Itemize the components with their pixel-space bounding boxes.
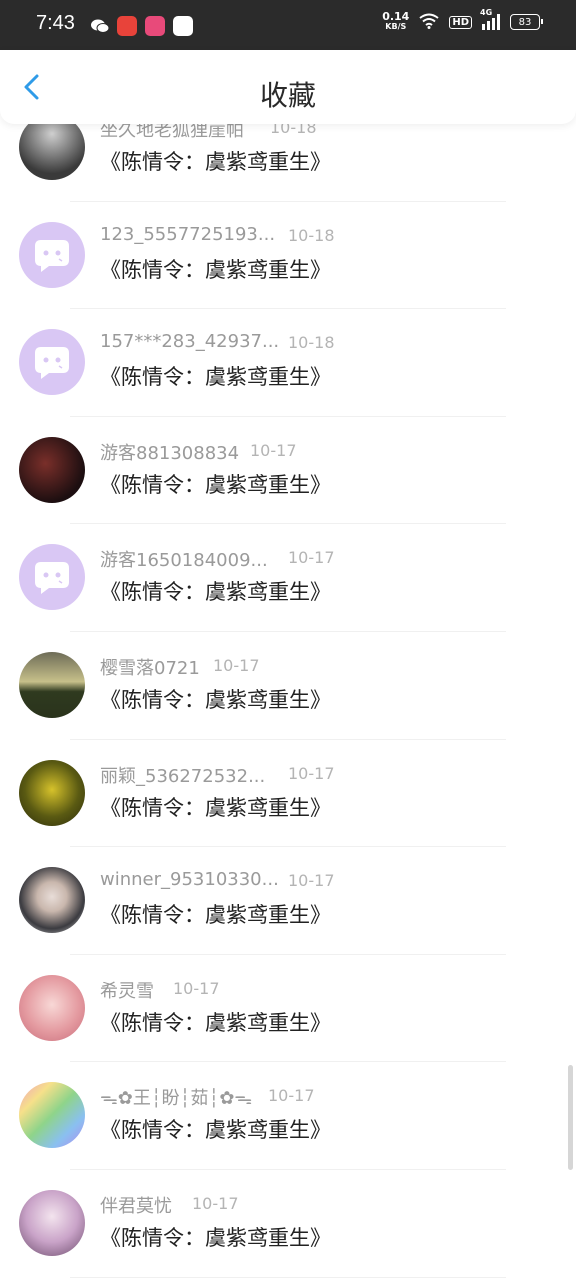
list-item[interactable]: 123_5557725193... 10-18 《陈情令：虞紫鸢重生》 bbox=[0, 202, 576, 310]
item-content[interactable]: 《陈情令：虞紫鸢重生》 bbox=[100, 254, 331, 284]
item-date: 10-18 bbox=[270, 124, 317, 137]
item-content[interactable]: 《陈情令：虞紫鸢重生》 bbox=[100, 576, 331, 606]
signal-icon: 4G bbox=[480, 8, 500, 30]
app-icon bbox=[145, 16, 165, 36]
username[interactable]: winner_95310330... bbox=[100, 869, 279, 890]
hd-badge: HD bbox=[449, 15, 472, 29]
list-item[interactable]: 游客1650184009... 10-17 《陈情令：虞紫鸢重生》 bbox=[0, 524, 576, 632]
item-date: 10-17 bbox=[288, 548, 335, 568]
avatar[interactable] bbox=[19, 867, 85, 934]
item-date: 10-17 bbox=[250, 440, 297, 460]
list-item[interactable]: 游客881308834 10-17 《陈情令：虞紫鸢重生》 bbox=[0, 417, 576, 525]
username[interactable]: 游客1650184009... bbox=[100, 546, 268, 572]
username[interactable]: 伴君莫忧 bbox=[100, 1192, 172, 1218]
scrollbar[interactable] bbox=[568, 1065, 573, 1170]
item-date: 10-18 bbox=[288, 333, 335, 353]
username[interactable]: 丽颖_536272532... bbox=[100, 762, 265, 788]
avatar[interactable] bbox=[19, 544, 85, 611]
list-item[interactable]: winner_95310330... 10-17 《陈情令：虞紫鸢重生》 bbox=[0, 847, 576, 955]
username[interactable]: 游客881308834 bbox=[100, 439, 239, 465]
nav-header: 收藏 bbox=[0, 50, 576, 124]
divider bbox=[70, 1276, 506, 1278]
avatar[interactable] bbox=[19, 651, 85, 718]
item-content[interactable]: 《陈情令：虞紫鸢重生》 bbox=[100, 1222, 331, 1252]
wifi-icon bbox=[419, 13, 439, 32]
network-speed: 0.14 KB/S bbox=[382, 10, 410, 31]
avatar[interactable] bbox=[19, 1082, 85, 1149]
avatar[interactable] bbox=[19, 436, 85, 503]
avatar[interactable] bbox=[19, 124, 85, 180]
username[interactable]: 希灵雪 bbox=[100, 977, 154, 1003]
list-item[interactable]: 希灵雪 10-17 《陈情令：虞紫鸢重生》 bbox=[0, 955, 576, 1063]
favorites-list[interactable]: 坐久地老狐狸崖帕 10-18 《陈情令：虞紫鸢重生》 123_5557725193..… bbox=[0, 124, 576, 1280]
toutiao-icon bbox=[117, 16, 137, 36]
item-content[interactable]: 《陈情令：虞紫鸢重生》 bbox=[100, 1114, 331, 1144]
item-date: 10-17 bbox=[173, 978, 220, 998]
username[interactable]: 樱雪落0721 bbox=[100, 654, 200, 680]
clock: 7:43 bbox=[36, 12, 75, 34]
item-date: 10-17 bbox=[268, 1086, 315, 1106]
item-date: 10-17 bbox=[213, 655, 260, 675]
item-content[interactable]: 《陈情令：虞紫鸢重生》 bbox=[100, 146, 331, 176]
battery-icon: 83 bbox=[510, 14, 543, 30]
video-app-icon bbox=[173, 16, 193, 36]
avatar[interactable] bbox=[19, 329, 85, 396]
item-content[interactable]: 《陈情令：虞紫鸢重生》 bbox=[100, 684, 331, 714]
item-content[interactable]: 《陈情令：虞紫鸢重生》 bbox=[100, 1007, 331, 1037]
list-item[interactable]: 伴君莫忧 10-17 《陈情令：虞紫鸢重生》 bbox=[0, 1170, 576, 1278]
item-date: 10-17 bbox=[288, 871, 335, 891]
item-date: 10-17 bbox=[192, 1193, 239, 1213]
item-content[interactable]: 《陈情令：虞紫鸢重生》 bbox=[100, 469, 331, 499]
item-content[interactable]: 《陈情令：虞紫鸢重生》 bbox=[100, 899, 331, 929]
avatar[interactable] bbox=[19, 221, 85, 288]
item-content[interactable]: 《陈情令：虞紫鸢重生》 bbox=[100, 792, 331, 822]
username[interactable]: 坐久地老狐狸崖帕 bbox=[100, 124, 244, 142]
avatar[interactable] bbox=[19, 974, 85, 1041]
username[interactable]: 157***283_42937... bbox=[100, 331, 279, 352]
list-item[interactable]: 丽颖_536272532... 10-17 《陈情令：虞紫鸢重生》 bbox=[0, 740, 576, 848]
list-item[interactable]: ᯓ✿王┆盼┆茹┆✿ᯓ 10-17 《陈情令：虞紫鸢重生》 bbox=[0, 1062, 576, 1170]
status-bar: 7:43 0.14 KB/S HD 4G 83 bbox=[0, 0, 576, 50]
list-item[interactable]: 樱雪落0721 10-17 《陈情令：虞紫鸢重生》 bbox=[0, 632, 576, 740]
page-title: 收藏 bbox=[259, 79, 316, 112]
item-content[interactable]: 《陈情令：虞紫鸢重生》 bbox=[100, 361, 331, 391]
username[interactable]: ᯓ✿王┆盼┆茹┆✿ᯓ bbox=[100, 1084, 252, 1110]
list-item[interactable]: 坐久地老狐狸崖帕 10-18 《陈情令：虞紫鸢重生》 bbox=[0, 124, 576, 202]
item-date: 10-17 bbox=[288, 763, 335, 783]
wechat-icon bbox=[90, 16, 110, 36]
avatar[interactable] bbox=[19, 1189, 85, 1256]
item-date: 10-18 bbox=[288, 225, 335, 245]
username[interactable]: 123_5557725193... bbox=[100, 224, 275, 245]
avatar[interactable] bbox=[19, 759, 85, 826]
list-item[interactable]: 157***283_42937... 10-18 《陈情令：虞紫鸢重生》 bbox=[0, 309, 576, 417]
